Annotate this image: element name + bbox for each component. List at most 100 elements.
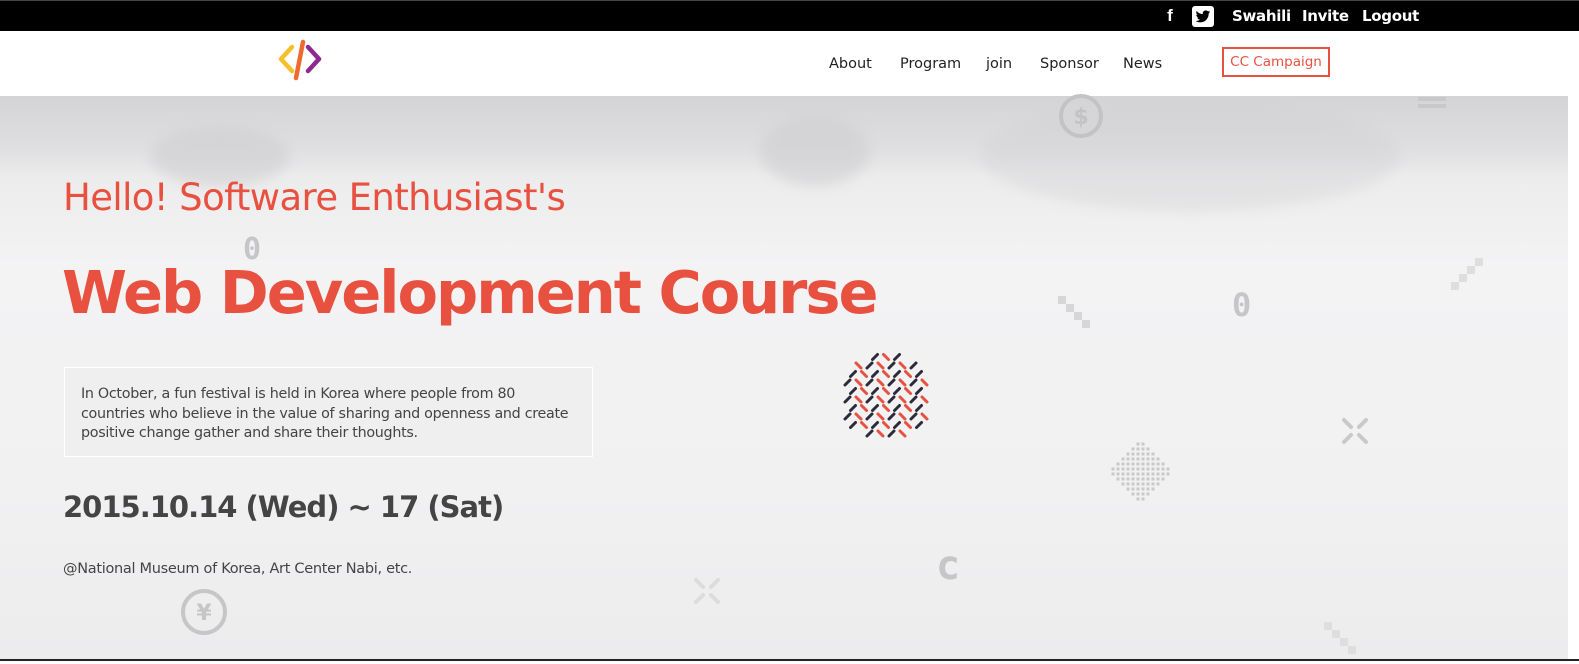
diamond-dot xyxy=(1141,452,1145,456)
diamond-dot xyxy=(1141,477,1145,481)
dollar-coin-icon: $ xyxy=(1059,94,1103,138)
pattern-dash xyxy=(904,387,912,395)
pattern-dash xyxy=(887,412,896,421)
nav-join[interactable]: join xyxy=(986,56,1012,72)
pattern-dash xyxy=(887,395,896,404)
diamond-dot xyxy=(1111,467,1115,471)
pattern-dash xyxy=(871,421,879,429)
diamond-dot xyxy=(1121,462,1125,466)
diamond-dot xyxy=(1131,452,1135,456)
pattern-dash xyxy=(876,429,885,438)
diamond-dot xyxy=(1131,477,1135,481)
pattern-dash xyxy=(915,404,923,412)
diamond-dot xyxy=(1136,467,1140,471)
diamond-dot xyxy=(1146,457,1150,461)
diamond-dot xyxy=(1151,457,1155,461)
pattern-dash xyxy=(898,361,907,370)
diamond-dot xyxy=(1131,457,1135,461)
diamond-dot xyxy=(1131,467,1135,471)
pattern-dash xyxy=(887,429,896,438)
invite-link[interactable]: Invite xyxy=(1302,7,1349,25)
pattern-dash xyxy=(871,370,879,378)
event-date: 2015.10.14 (Wed) ~ 17 (Sat) xyxy=(63,490,504,524)
logout-link[interactable]: Logout xyxy=(1362,7,1419,25)
hero-subtitle: Hello! Software Enthusiast's xyxy=(63,176,566,219)
diamond-dot xyxy=(1126,452,1130,456)
diamond-dot xyxy=(1116,472,1120,476)
pattern-dash xyxy=(849,370,857,378)
pattern-dash xyxy=(876,412,885,421)
pattern-dash xyxy=(909,395,918,404)
diamond-dot xyxy=(1131,487,1135,491)
pattern-dash xyxy=(849,421,857,429)
pattern-dash xyxy=(898,378,907,387)
svg-text:$: $ xyxy=(1073,105,1088,130)
diamond-dot xyxy=(1136,487,1140,491)
pattern-dash xyxy=(915,421,923,429)
pattern-dash xyxy=(865,395,874,404)
diamond-dot xyxy=(1126,482,1130,486)
diamond-dot xyxy=(1141,482,1145,486)
nav-program[interactable]: Program xyxy=(900,56,961,72)
pattern-dash xyxy=(854,412,863,421)
collapse-arrows-icon xyxy=(1342,418,1368,444)
pattern-dash xyxy=(882,353,890,361)
page-title: Web Development Course xyxy=(62,258,879,327)
diamond-dot xyxy=(1121,467,1125,471)
diamond-dot xyxy=(1156,482,1160,486)
diamond-dot xyxy=(1131,462,1135,466)
diamond-dot xyxy=(1141,442,1145,446)
event-venue: @National Museum of Korea, Art Center Na… xyxy=(63,561,413,577)
diamond-dot xyxy=(1126,472,1130,476)
diamond-dot xyxy=(1156,462,1160,466)
diamond-dot xyxy=(1141,462,1145,466)
diamond-dot xyxy=(1136,462,1140,466)
diamond-dot xyxy=(1151,467,1155,471)
language-link[interactable]: Swahili xyxy=(1232,7,1291,25)
diamond-dot xyxy=(1156,477,1160,481)
pattern-dash xyxy=(882,421,890,429)
pattern-dash xyxy=(871,387,879,395)
pattern-dash xyxy=(904,421,912,429)
diamond-dot xyxy=(1141,447,1145,451)
pattern-dash xyxy=(898,395,907,404)
nav-news[interactable]: News xyxy=(1123,56,1162,72)
pattern-dash xyxy=(843,395,852,404)
diamond-dot xyxy=(1146,452,1150,456)
nav-sponsor[interactable]: Sponsor xyxy=(1040,56,1099,72)
diamond-dot xyxy=(1146,447,1150,451)
diamond-dot xyxy=(1146,487,1150,491)
pixel-steps-icon xyxy=(1324,622,1356,654)
pattern-dash xyxy=(909,412,918,421)
diamond-dot xyxy=(1141,497,1145,501)
diamond-dot xyxy=(1136,497,1140,501)
pattern-dash xyxy=(860,387,868,395)
pattern-dash xyxy=(893,353,901,361)
diamond-dot xyxy=(1156,457,1160,461)
pattern-dash xyxy=(882,404,890,412)
diamond-dot xyxy=(1136,482,1140,486)
diamond-dot xyxy=(1131,482,1135,486)
twitter-icon[interactable] xyxy=(1192,6,1214,27)
cc-campaign-button[interactable]: CC Campaign xyxy=(1222,47,1330,77)
diamond-dot xyxy=(1121,482,1125,486)
svg-text:¥: ¥ xyxy=(196,601,212,626)
pattern-dash xyxy=(920,412,929,421)
diamond-dot xyxy=(1136,452,1140,456)
diamond-dot xyxy=(1146,477,1150,481)
diamond-dot xyxy=(1126,477,1130,481)
pixel-steps-icon xyxy=(1451,258,1483,290)
hero-description: In October, a fun festival is held in Ko… xyxy=(64,367,593,457)
facebook-icon[interactable]: f xyxy=(1162,6,1178,26)
pattern-dash xyxy=(860,421,868,429)
diamond-dot xyxy=(1146,467,1150,471)
diamond-dot xyxy=(1141,487,1145,491)
diamond-dot xyxy=(1151,482,1155,486)
diamond-dot xyxy=(1131,492,1135,496)
nav-about[interactable]: About xyxy=(829,56,872,72)
diamond-dot xyxy=(1136,442,1140,446)
diamond-dot xyxy=(1146,462,1150,466)
pattern-dash xyxy=(904,370,912,378)
code-brackets-logo[interactable] xyxy=(277,38,325,82)
diamond-dot xyxy=(1161,472,1165,476)
